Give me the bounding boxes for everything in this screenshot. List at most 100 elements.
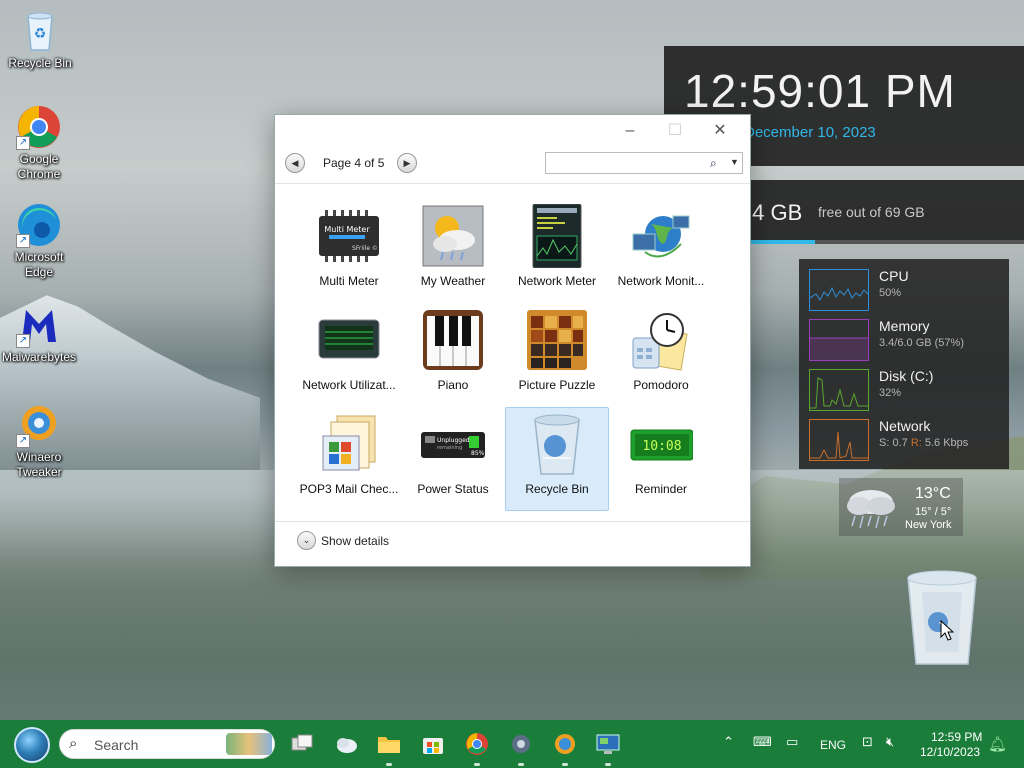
desktop-icon-winaero-tweaker[interactable]: ↗ Winaero Tweaker: [0, 402, 79, 480]
next-page-button[interactable]: ▶: [397, 153, 417, 173]
taskbar-clock-date[interactable]: 12/10/2023: [920, 745, 980, 759]
piano-icon: [421, 308, 485, 372]
footer-divider: [275, 521, 750, 522]
mouse-cursor-icon: [940, 620, 954, 641]
search-icon: ⌕: [69, 735, 78, 752]
running-indicator: [605, 763, 611, 766]
chrome-icon: ↗: [16, 104, 62, 150]
taskbar: ⌕ Search ⌃ ⌨ ▭ ENG ⊡ 🔇︎ 12:59 PM 12/10/2…: [0, 720, 1024, 768]
shortcut-arrow-icon: ↗: [16, 434, 30, 448]
volume-muted-icon[interactable]: 🔇︎: [886, 734, 894, 750]
gadget-tile-pop3-mail-checker[interactable]: POP3 Mail Chec...: [297, 407, 401, 511]
shortcut-arrow-icon: ↗: [16, 334, 30, 348]
network-graph: [809, 419, 869, 461]
svg-text:85%: 85%: [471, 450, 485, 457]
gadget-tile-my-weather[interactable]: My Weather: [401, 199, 505, 303]
recycle-bin-icon: ♻: [17, 8, 63, 54]
chevron-down-icon[interactable]: ⌄: [297, 531, 316, 550]
weather-widget[interactable]: 13°C 15° / 5° New York: [839, 478, 963, 536]
microsoft-store-icon[interactable]: [420, 731, 446, 757]
close-button[interactable]: ✕: [705, 121, 735, 141]
page-label: Page 4 of 5: [323, 156, 385, 170]
power-status-icon: Unplugged remaining 85%: [421, 412, 485, 476]
edge-icon: ↗: [16, 202, 62, 248]
gadgets-app-icon[interactable]: [595, 731, 621, 757]
notification-bell-icon[interactable]: 🔔︎: [988, 735, 1007, 753]
desktop-icon-recycle-bin[interactable]: ♻ Recycle Bin: [0, 8, 80, 71]
task-view-icon[interactable]: [289, 731, 315, 757]
perf-row-memory: Memory 3.4/6.0 GB (57%): [809, 317, 999, 367]
widgets-icon[interactable]: [333, 731, 359, 757]
gadget-tile-pomodoro[interactable]: Pomodoro: [609, 303, 713, 407]
maximize-button[interactable]: ☐: [660, 121, 690, 141]
pomodoro-icon: [629, 308, 693, 372]
mail-icon: [317, 412, 381, 476]
search-dropdown-icon[interactable]: ▼: [730, 157, 739, 167]
weather-temperature: 13°C: [915, 485, 951, 502]
settings-gear-icon[interactable]: [508, 731, 534, 757]
gadgets-window[interactable]: – ☐ ✕ ◀ Page 4 of 5 ▶ ⌕ ▼ Multi Meter SF…: [274, 114, 751, 567]
gadget-tile-network-meter[interactable]: Network Meter: [505, 199, 609, 303]
desktop-icon-microsoft-edge[interactable]: ↗ Microsoft Edge: [0, 202, 79, 280]
taskbar-clock-time[interactable]: 12:59 PM: [931, 730, 982, 744]
shortcut-arrow-icon: ↗: [16, 136, 30, 150]
display-icon[interactable]: ▭: [786, 734, 798, 750]
recycle-bin-icon: [525, 412, 589, 476]
gadget-tile-power-status[interactable]: Unplugged remaining 85% Power Status: [401, 407, 505, 511]
cpu-graph: [809, 269, 869, 311]
file-explorer-icon[interactable]: [376, 731, 402, 757]
weather-range: 15° / 5°: [915, 506, 952, 518]
disk-graph: [809, 369, 869, 411]
winaero-tweaker-icon[interactable]: [552, 731, 578, 757]
desktop-icon-malwarebytes[interactable]: ↗ Malwarebytes: [0, 302, 79, 365]
show-hidden-icons-chevron-up-icon[interactable]: ⌃: [723, 734, 734, 750]
weather-icon: [421, 204, 485, 268]
disk-free-value: .4 GB: [746, 200, 803, 225]
running-indicator: [474, 763, 480, 766]
previous-page-button[interactable]: ◀: [285, 153, 305, 173]
picture-puzzle-icon: [525, 308, 589, 372]
recycle-bin-gadget[interactable]: [902, 566, 982, 670]
search-highlight-image: [226, 733, 272, 755]
perf-row-network: Network S: 0.7 R: 5.6 Kbps: [809, 417, 999, 467]
chrome-icon[interactable]: [464, 731, 490, 757]
keyboard-icon[interactable]: ⌨: [753, 734, 772, 750]
gadget-tile-recycle-bin[interactable]: Recycle Bin: [505, 407, 609, 511]
multi-meter-icon: Multi Meter SFriile ©: [317, 204, 381, 268]
gadget-tile-network-utilization[interactable]: Network Utilizat...: [297, 303, 401, 407]
desktop-icon-google-chrome[interactable]: ↗ Google Chrome: [0, 104, 79, 182]
network-utilization-icon: [317, 308, 381, 372]
svg-text:remaining: remaining: [437, 445, 462, 451]
taskbar-search-placeholder: Search: [94, 737, 139, 753]
performance-widget[interactable]: CPU 50% Memory 3.4/6.0 GB (57%) Disk (C:…: [799, 259, 1009, 469]
storm-cloud-icon: [847, 490, 895, 529]
svg-text:10:08: 10:08: [642, 439, 681, 454]
weather-city: New York: [905, 519, 952, 531]
network-meter-icon: [525, 203, 589, 269]
reminder-icon: 10:08: [629, 412, 694, 476]
clock-time: 12:59:01 PM: [684, 65, 956, 117]
search-icon: ⌕: [710, 156, 717, 170]
language-indicator[interactable]: ENG: [820, 738, 846, 752]
svg-text:SFriile ©: SFriile ©: [352, 245, 378, 252]
running-indicator: [562, 763, 568, 766]
gadget-tile-network-monitor[interactable]: Network Monit...: [609, 199, 713, 303]
gadget-tile-reminder[interactable]: 10:08 Reminder: [609, 407, 713, 511]
show-details-toggle[interactable]: ⌄ Show details: [297, 531, 417, 551]
network-icon[interactable]: ⊡: [862, 734, 873, 750]
svg-text:Unplugged: Unplugged: [437, 437, 470, 444]
show-details-label: Show details: [321, 534, 390, 548]
gadget-tile-picture-puzzle[interactable]: Picture Puzzle: [505, 303, 609, 407]
malwarebytes-icon: ↗: [16, 302, 62, 348]
recycle-bin-icon: [907, 570, 977, 665]
disk-free-text: free out of 69 GB: [818, 204, 925, 220]
start-button[interactable]: [14, 727, 50, 763]
perf-row-disk: Disk (C:) 32%: [809, 367, 999, 417]
gadget-tile-multi-meter[interactable]: Multi Meter SFriile © Multi Meter: [297, 199, 401, 303]
gadget-search-input[interactable]: ⌕ ▼: [545, 152, 743, 174]
taskbar-search[interactable]: ⌕ Search: [59, 729, 275, 759]
memory-graph: [809, 319, 869, 361]
minimize-button[interactable]: –: [615, 121, 645, 141]
svg-text:♻: ♻: [34, 26, 47, 42]
gadget-tile-piano[interactable]: Piano: [401, 303, 505, 407]
